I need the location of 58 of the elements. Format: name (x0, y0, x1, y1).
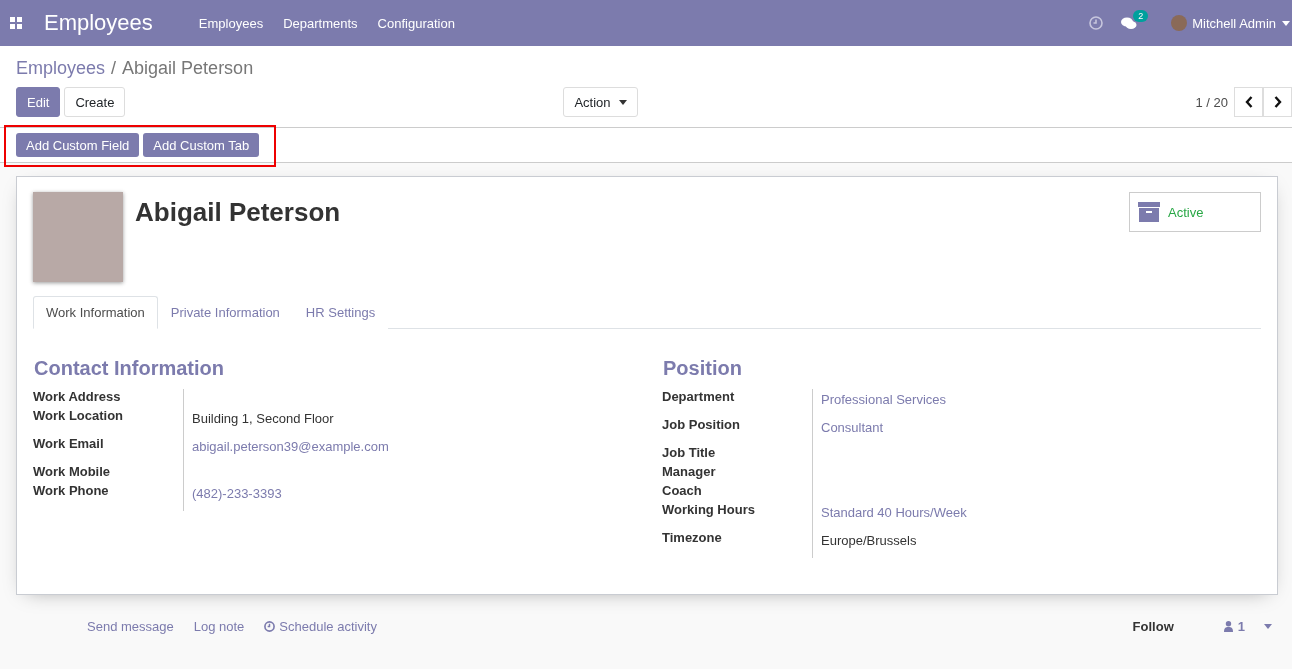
create-button[interactable]: Create (64, 87, 126, 117)
field-link[interactable]: abigail.peterson39@example.com (192, 439, 389, 454)
field-label: Job Title (662, 445, 717, 462)
active-toggle-button[interactable]: Active (1129, 192, 1261, 232)
field-label: Manager (662, 464, 717, 481)
pager-counter: 1 / 20 (1195, 94, 1228, 110)
clock-icon (264, 621, 276, 632)
field-label: Job Position (662, 417, 741, 434)
field-label: Work Location (33, 408, 125, 425)
chat-icon[interactable] (1121, 16, 1138, 30)
clock-icon[interactable] (1089, 16, 1104, 30)
form-tab[interactable]: Work Information (33, 296, 158, 329)
nav-menu-item[interactable]: Employees (198, 15, 264, 31)
field-label: Work Email (33, 436, 105, 453)
nav-menu-item[interactable]: Configuration (377, 15, 455, 31)
field-label: Work Address (33, 389, 122, 406)
app-title: Employees (44, 10, 153, 36)
chevron-right-icon (1273, 96, 1282, 108)
avatar-circle (1171, 15, 1188, 31)
followers-button[interactable]: 1 (1223, 619, 1272, 634)
chatter-action-link[interactable]: Send message (87, 619, 174, 634)
breadcrumb-link[interactable]: Employees (16, 58, 106, 79)
breadcrumb-current: Abigail Peterson (122, 58, 254, 79)
group-heading: Position (663, 357, 743, 380)
group-heading: Contact Information (34, 357, 225, 380)
chatter-action-link[interactable]: Log note (193, 619, 245, 634)
caret-icon (1264, 624, 1272, 629)
custom-action-button[interactable]: Add Custom Field (16, 133, 140, 157)
field-label: Department (662, 389, 736, 406)
field-label: Working Hours (662, 502, 756, 519)
action-dropdown[interactable]: Action (563, 87, 638, 117)
employee-name: Abigail Peterson (135, 197, 341, 228)
field-link[interactable]: (482)-233-3393 (192, 486, 282, 501)
apps-grid-icon[interactable] (10, 17, 22, 29)
field-value: Europe/Brussels (821, 533, 917, 548)
chevron-left-icon (1244, 96, 1253, 108)
field-label: Coach (662, 483, 703, 500)
caret-icon (618, 99, 627, 105)
next-button[interactable] (1263, 87, 1292, 117)
field-link[interactable]: Consultant (821, 420, 884, 435)
message-count-badge: 2 (1133, 9, 1149, 22)
field-label: Timezone (662, 530, 723, 547)
previous-button[interactable] (1234, 87, 1263, 117)
person-icon (1223, 621, 1233, 632)
follow-button[interactable]: Follow (1132, 619, 1174, 634)
field-link[interactable]: Professional Services (821, 392, 946, 407)
caret-icon (1282, 20, 1290, 26)
field-label: Work Mobile (33, 464, 112, 481)
field-value: Building 1, Second Floor (192, 411, 334, 426)
field-label: Work Phone (33, 483, 110, 500)
breadcrumb-separator: / (111, 58, 117, 79)
user-menu[interactable]: Mitchell Admin (1192, 15, 1276, 31)
nav-menu-item[interactable]: Departments (283, 15, 358, 31)
custom-action-button[interactable]: Add Custom Tab (143, 133, 260, 157)
chatter-action-link[interactable]: Schedule activity (264, 619, 377, 634)
field-link[interactable]: Standard 40 Hours/Week (821, 505, 967, 520)
archive-box-icon (1138, 202, 1160, 222)
edit-button[interactable]: Edit (16, 87, 61, 117)
